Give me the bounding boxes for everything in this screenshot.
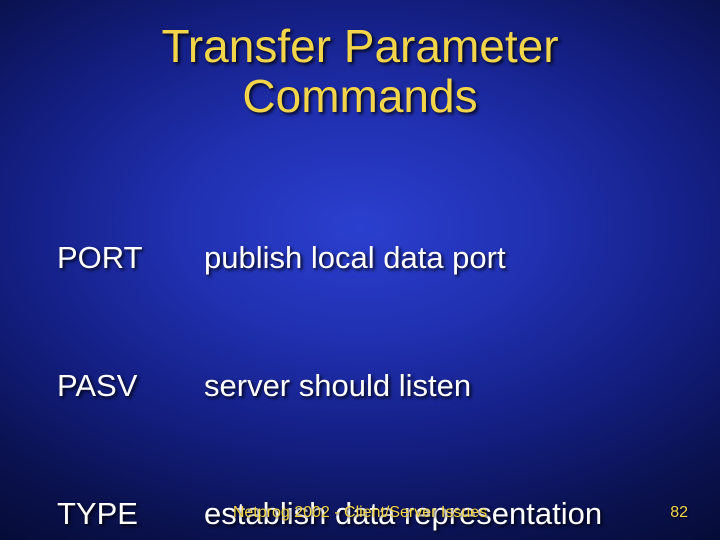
title-line-1: Transfer Parameter [161,20,558,72]
footer-text: Netprog 2002 - Client/Server Issues [0,504,720,522]
slide-title: Transfer Parameter Commands [55,22,665,121]
description-column: publish local data port server should li… [204,151,602,540]
page-number: 82 [670,504,688,522]
title-line-2: Commands [242,70,477,122]
desc-cell: server should listen [204,365,602,408]
desc-cell: publish local data port [204,237,602,280]
command-column: PORT PASV TYPE MODE STRU [57,151,150,540]
slide: Transfer Parameter Commands PORT PASV TY… [0,0,720,540]
cmd-cell: PASV [57,365,150,408]
content-columns: PORT PASV TYPE MODE STRU publish local d… [55,151,665,540]
cmd-cell: PORT [57,237,150,280]
